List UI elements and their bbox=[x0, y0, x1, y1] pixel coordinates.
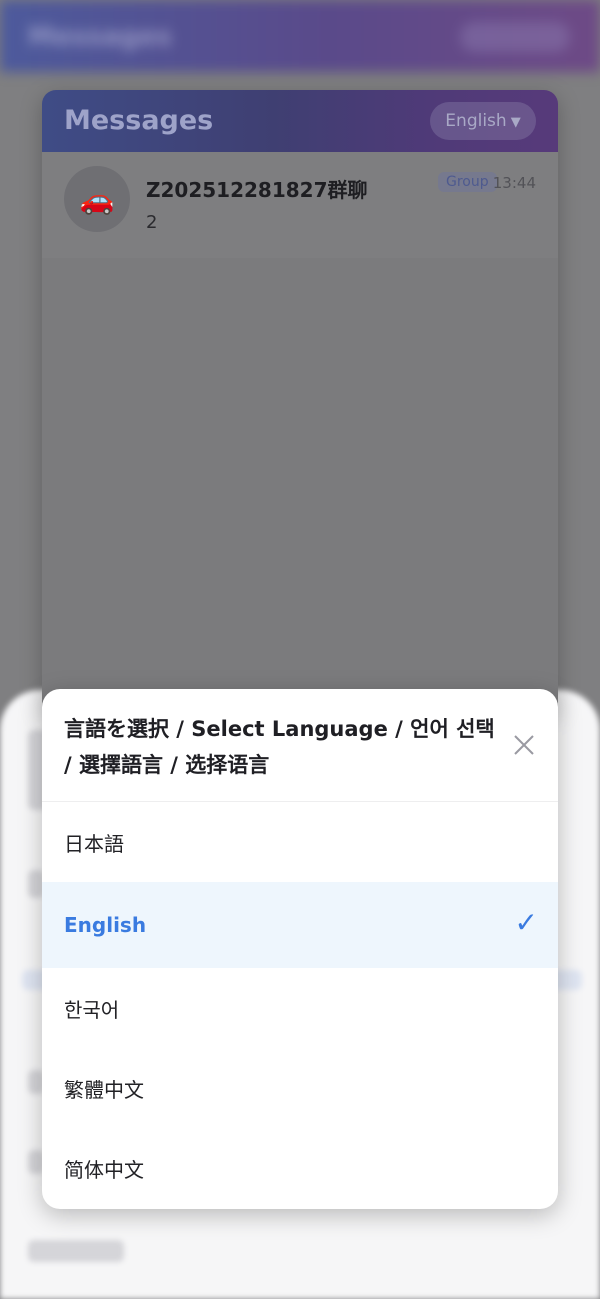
language-option-label: 日本語 bbox=[64, 831, 124, 856]
car-icon: 🚗 bbox=[79, 182, 115, 216]
language-option-label: 简体中文 bbox=[64, 1157, 144, 1182]
language-option-label: 繁體中文 bbox=[64, 1077, 144, 1102]
conversation-name: Z202512281827群聊 bbox=[146, 178, 368, 202]
modal-header: 言語を選択 / Select Language / 언어 선택 / 選擇語言 /… bbox=[42, 689, 558, 802]
language-option-label: 한국어 bbox=[64, 997, 120, 1022]
background-header-title: Messages bbox=[28, 22, 172, 52]
check-icon: ✓ bbox=[514, 906, 538, 939]
chevron-down-icon: ▼ bbox=[510, 115, 521, 130]
background-header: Messages bbox=[0, 0, 600, 72]
language-option-english[interactable]: English ✓ bbox=[42, 882, 558, 968]
group-badge: Group bbox=[438, 172, 497, 192]
page-title: Messages bbox=[64, 105, 214, 136]
language-button[interactable]: English ▼ bbox=[430, 102, 536, 140]
modal-title: 言語を選択 / Select Language / 언어 선택 / 選擇語言 /… bbox=[64, 717, 495, 777]
conversation-preview: 2 bbox=[146, 212, 158, 233]
language-option-traditional-chinese[interactable]: 繁體中文 bbox=[42, 1048, 558, 1128]
language-button-label: English bbox=[445, 111, 507, 131]
conversation-row[interactable]: 🚗 Z202512281827群聊 Group 13:44 2 bbox=[42, 152, 558, 258]
language-option-label: English bbox=[64, 913, 147, 937]
background-header-button bbox=[460, 22, 570, 52]
language-option-japanese[interactable]: 日本語 bbox=[42, 802, 558, 882]
conversation-list-empty-area bbox=[42, 258, 558, 710]
language-option-simplified-chinese[interactable]: 简体中文 bbox=[42, 1128, 558, 1208]
language-modal: 言語を選択 / Select Language / 언어 선택 / 選擇語言 /… bbox=[42, 689, 558, 1209]
close-icon[interactable] bbox=[510, 731, 538, 759]
conversation-time: 13:44 bbox=[492, 174, 536, 192]
card-header: Messages English ▼ bbox=[42, 90, 558, 152]
avatar: 🚗 bbox=[64, 166, 130, 232]
language-option-korean[interactable]: 한국어 bbox=[42, 968, 558, 1048]
messages-card: Messages English ▼ 🚗 Z202512281827群聊 Grou… bbox=[42, 90, 558, 710]
